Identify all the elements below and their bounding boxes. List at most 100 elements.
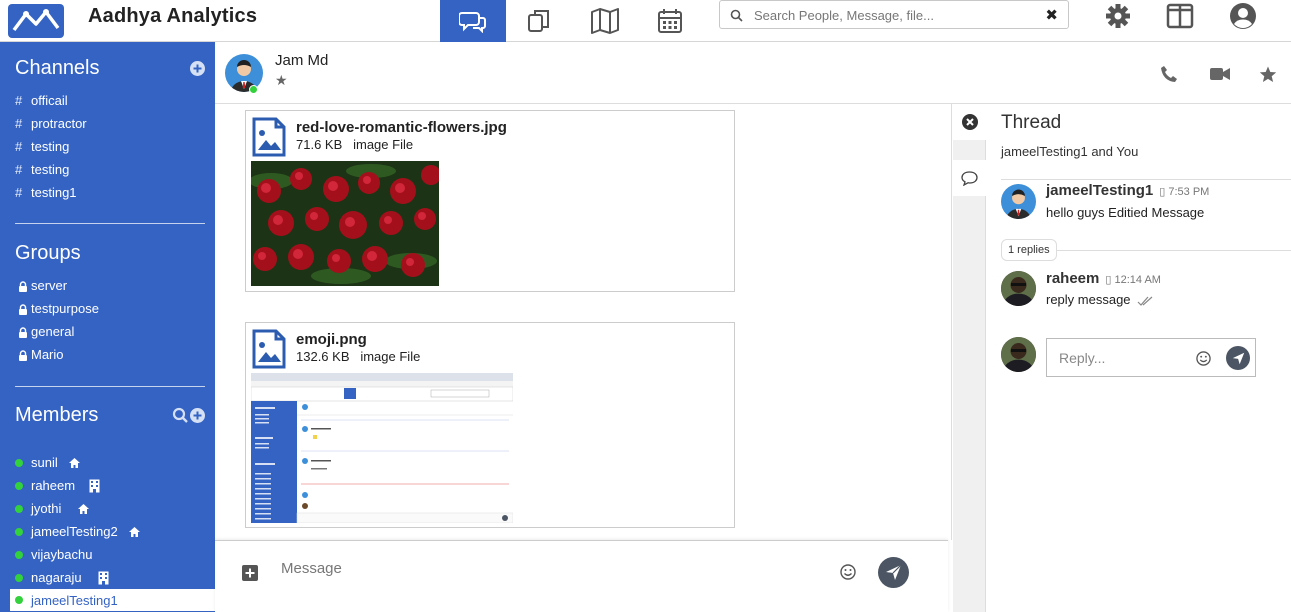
add-member-icon[interactable] xyxy=(190,408,205,423)
comments-button[interactable] xyxy=(953,160,986,196)
online-dot xyxy=(15,550,23,559)
search-members-icon[interactable] xyxy=(172,407,189,424)
online-dot xyxy=(249,85,258,94)
online-dot xyxy=(15,596,23,604)
hash-icon: # xyxy=(15,116,23,131)
favorite-star-icon[interactable] xyxy=(1259,66,1277,84)
divider xyxy=(1001,179,1291,180)
hash-icon: # xyxy=(15,162,23,177)
avatar xyxy=(1001,184,1036,219)
send-button[interactable] xyxy=(878,557,909,588)
gear-icon[interactable] xyxy=(1104,2,1132,30)
lock-icon xyxy=(19,281,27,293)
close-thread-button[interactable] xyxy=(953,104,986,140)
image-file-icon xyxy=(252,117,286,157)
search-icon xyxy=(730,9,743,22)
file-message[interactable]: emoji.png 132.6 KB image File xyxy=(245,322,735,528)
send-reply-button[interactable] xyxy=(1226,346,1250,370)
hash-icon: # xyxy=(15,93,23,108)
group-item[interactable]: server xyxy=(15,278,67,293)
building-icon xyxy=(98,571,109,585)
channel-item[interactable]: # officail xyxy=(15,93,68,108)
hash-icon: # xyxy=(15,139,23,154)
thread-title: Thread xyxy=(1001,112,1062,133)
add-attachment-icon[interactable] xyxy=(242,565,258,581)
member-item[interactable]: raheem xyxy=(15,478,100,493)
search-input[interactable]: Search People, Message, file... ✖ xyxy=(719,0,1069,29)
lock-icon xyxy=(19,327,27,339)
sidebar: Channels # officail # protractor # testing … xyxy=(0,42,215,612)
divider xyxy=(15,223,205,224)
emoji-icon[interactable] xyxy=(1196,351,1211,366)
member-item[interactable]: vijaybachu xyxy=(15,547,92,562)
timestamp: ▯ 7:53 PM xyxy=(1159,186,1210,198)
timestamp: ▯ 12:14 AM xyxy=(1105,274,1161,286)
tab-chat[interactable] xyxy=(440,0,506,42)
brand-name: Aadhya Analytics xyxy=(88,5,258,27)
account-icon[interactable] xyxy=(1229,2,1257,30)
clear-search-button[interactable]: ✖ xyxy=(1045,6,1058,24)
channels-title: Channels xyxy=(15,57,100,79)
file-name: red-love-romantic-flowers.jpg xyxy=(296,119,507,136)
member-item[interactable]: jameelTesting2 xyxy=(15,524,141,539)
message-input[interactable]: Message xyxy=(281,560,342,577)
online-dot xyxy=(15,481,23,490)
hash-icon: # xyxy=(15,185,23,200)
screenshot-thumbnail[interactable] xyxy=(251,373,513,523)
member-item[interactable]: nagaraju xyxy=(15,570,109,585)
emoji-icon[interactable] xyxy=(840,564,856,580)
search-placeholder: Search People, Message, file... xyxy=(754,8,934,23)
user-avatar-icon xyxy=(1006,189,1031,219)
channel-item[interactable]: # protractor xyxy=(15,116,87,131)
group-item[interactable]: general xyxy=(15,324,74,339)
layout-icon[interactable] xyxy=(1166,2,1194,30)
divider xyxy=(15,386,205,387)
star-icon[interactable]: ★ xyxy=(275,72,288,89)
tab-calendar[interactable] xyxy=(637,0,703,42)
online-dot xyxy=(15,504,23,513)
user-photo-icon xyxy=(1001,271,1036,306)
contact-name: Jam Md xyxy=(275,52,329,69)
member-item-active[interactable]: jameelTesting1 xyxy=(10,589,215,611)
file-name: emoji.png xyxy=(296,331,367,348)
close-icon xyxy=(962,114,978,130)
home-icon xyxy=(128,526,140,537)
logo-icon xyxy=(8,4,64,38)
online-dot xyxy=(15,527,23,536)
group-item[interactable]: testpurpose xyxy=(15,301,99,316)
map-icon xyxy=(591,8,619,34)
member-item[interactable]: jyothi xyxy=(15,501,90,516)
member-item[interactable]: sunil xyxy=(15,455,81,470)
group-item[interactable]: Mario xyxy=(15,347,64,362)
reply-placeholder: Reply... xyxy=(1059,350,1106,366)
file-meta: 71.6 KB image File xyxy=(296,137,414,152)
channel-item[interactable]: # testing1 xyxy=(15,185,77,200)
calendar-icon xyxy=(658,9,682,33)
online-dot xyxy=(15,573,23,582)
replies-count-badge[interactable]: 1 replies xyxy=(1001,239,1057,261)
lock-icon xyxy=(19,304,27,316)
roses-image[interactable] xyxy=(251,161,439,286)
thread-reply-text: reply message xyxy=(1046,292,1153,307)
image-file-icon xyxy=(252,329,286,369)
groups-title: Groups xyxy=(15,242,81,264)
lock-icon xyxy=(19,350,27,362)
app: Aadhya Analytics Search People, Message,… xyxy=(0,0,1291,612)
reply-input[interactable]: Reply... xyxy=(1046,338,1256,377)
thread-participants: jameelTesting1 and You xyxy=(1001,144,1139,159)
file-meta: 132.6 KB image File xyxy=(296,349,421,364)
tab-copy[interactable] xyxy=(506,0,572,42)
channel-item[interactable]: # testing xyxy=(15,162,69,177)
video-icon[interactable] xyxy=(1210,67,1230,81)
building-icon xyxy=(89,479,100,493)
avatar xyxy=(1001,337,1036,372)
add-channel-icon[interactable] xyxy=(190,61,205,76)
phone-icon[interactable] xyxy=(1160,65,1178,83)
channel-item[interactable]: # testing xyxy=(15,139,69,154)
file-message[interactable]: red-love-romantic-flowers.jpg 71.6 KB im… xyxy=(245,110,735,292)
thread-panel: Thread jameelTesting1 and You jameelTest… xyxy=(987,104,1291,612)
avatar xyxy=(1001,271,1036,306)
send-icon xyxy=(886,564,902,580)
tab-map[interactable] xyxy=(572,0,638,42)
chat-bubbles-icon xyxy=(459,12,486,33)
